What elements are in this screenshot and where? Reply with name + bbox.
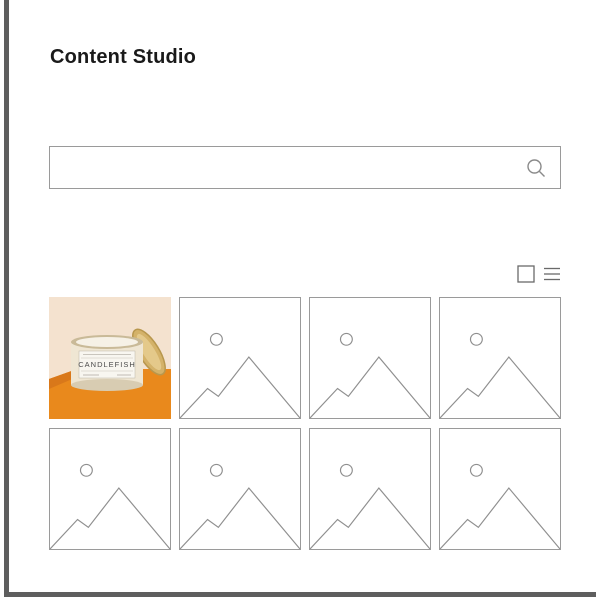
page-title: Content Studio <box>50 46 197 68</box>
list-view-icon[interactable] <box>543 265 561 283</box>
image-placeholder-icon <box>180 463 300 549</box>
media-tile-placeholder[interactable] <box>309 428 431 550</box>
candle-photo: CANDLEFISH <box>49 297 171 419</box>
frame-border-left <box>4 0 9 597</box>
search-box[interactable] <box>49 146 561 189</box>
grid-view-icon[interactable] <box>517 265 535 283</box>
media-tile-placeholder[interactable] <box>439 297 561 419</box>
frame-border-bottom <box>4 592 596 597</box>
app-frame: Content Studio CANDLEFISH <box>0 0 600 601</box>
media-tile-photo[interactable]: CANDLEFISH <box>49 297 171 419</box>
candle-label-text: CANDLEFISH <box>78 360 136 369</box>
search-input[interactable] <box>50 147 520 188</box>
media-tile-placeholder[interactable] <box>309 297 431 419</box>
image-placeholder-icon <box>440 332 560 418</box>
media-grid: CANDLEFISH <box>49 297 561 550</box>
media-tile-placeholder[interactable] <box>179 428 301 550</box>
media-tile-placeholder[interactable] <box>179 297 301 419</box>
image-placeholder-icon <box>440 463 560 549</box>
image-placeholder-icon <box>310 332 430 418</box>
media-tile-placeholder[interactable] <box>439 428 561 550</box>
image-placeholder-icon <box>50 463 170 549</box>
image-placeholder-icon <box>310 463 430 549</box>
media-tile-placeholder[interactable] <box>49 428 171 550</box>
image-placeholder-icon <box>180 332 300 418</box>
search-icon[interactable] <box>526 158 546 178</box>
